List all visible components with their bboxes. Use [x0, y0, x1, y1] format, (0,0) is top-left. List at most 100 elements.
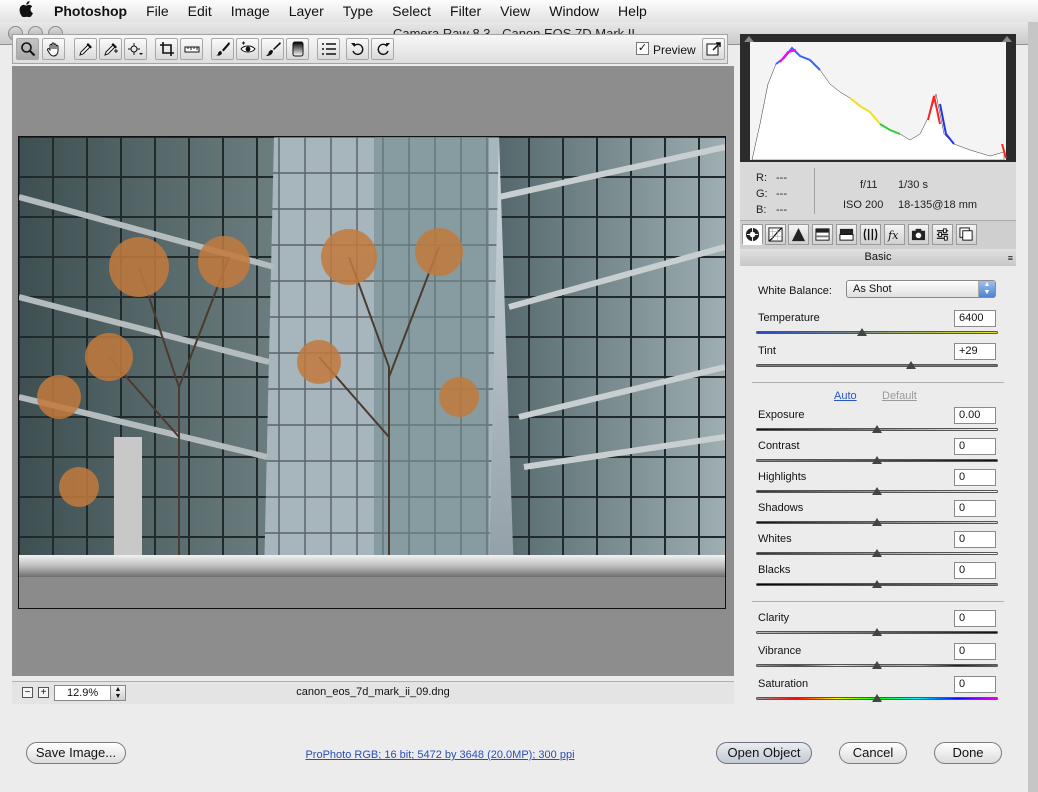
saturation-input[interactable]: 0: [954, 676, 996, 693]
tint-input[interactable]: +29: [954, 343, 996, 360]
clarity-input[interactable]: 0: [954, 610, 996, 627]
panel-menu-icon[interactable]: ≡: [1008, 250, 1013, 267]
tab-snapshots[interactable]: [956, 224, 977, 245]
menu-photoshop[interactable]: Photoshop: [54, 3, 127, 19]
tab-effects[interactable]: fx: [884, 224, 905, 245]
highlights-input[interactable]: 0: [954, 469, 996, 486]
tint-slider[interactable]: [756, 364, 998, 367]
graduated-filter-button[interactable]: [286, 38, 309, 60]
tab-lens-corrections[interactable]: [860, 224, 881, 245]
temperature-label: Temperature: [758, 312, 820, 324]
contrast-input[interactable]: 0: [954, 438, 996, 455]
preview-checkbox[interactable]: ✓: [636, 42, 649, 55]
temperature-input[interactable]: 6400: [954, 310, 996, 327]
histogram: [740, 34, 1016, 162]
adjustment-brush-button[interactable]: [261, 38, 284, 60]
whites-slider-thumb[interactable]: [872, 549, 882, 557]
white-balance-tool-button[interactable]: [74, 38, 97, 60]
gradient-icon: [292, 41, 303, 57]
vibrance-slider-thumb[interactable]: [872, 661, 882, 669]
eyedropper-icon: [78, 43, 92, 56]
tab-camera-calibration[interactable]: [908, 224, 929, 245]
menu-type[interactable]: Type: [343, 3, 373, 19]
white-balance-label: White Balance:: [758, 285, 832, 297]
contrast-label: Contrast: [758, 440, 800, 452]
done-button[interactable]: Done: [934, 742, 1002, 764]
preview-label: Preview: [653, 43, 696, 57]
zoom-tool-button[interactable]: [16, 38, 39, 60]
b-value: ---: [776, 204, 787, 216]
menu-select[interactable]: Select: [392, 3, 431, 19]
highlights-slider-thumb[interactable]: [872, 487, 882, 495]
hand-tool-button[interactable]: [42, 38, 65, 60]
default-link[interactable]: Default: [882, 390, 917, 402]
tint-label: Tint: [758, 345, 776, 357]
rotate-left-button[interactable]: [346, 38, 369, 60]
iso: ISO 200: [843, 199, 884, 211]
rotate-right-button[interactable]: [371, 38, 394, 60]
tab-tone-curve[interactable]: [765, 224, 786, 245]
crop-tool-button[interactable]: [155, 38, 178, 60]
shadows-slider-thumb[interactable]: [872, 518, 882, 526]
apple-icon[interactable]: [16, 1, 36, 21]
menu-image[interactable]: Image: [231, 3, 270, 19]
workflow-options-link[interactable]: ProPhoto RGB; 16 bit; 5472 by 3648 (20.0…: [230, 749, 650, 761]
color-sampler-tool-button[interactable]: [99, 38, 122, 60]
blacks-input[interactable]: 0: [954, 562, 996, 579]
snapshots-icon: [959, 227, 973, 241]
straighten-tool-button[interactable]: [180, 38, 203, 60]
exposure-label: Exposure: [758, 409, 805, 421]
preview-canvas[interactable]: [12, 66, 734, 676]
g-label: G:: [756, 188, 768, 200]
straighten-icon: [184, 46, 199, 53]
menu-view[interactable]: View: [500, 3, 530, 19]
tab-detail[interactable]: [788, 224, 809, 245]
temperature-slider-thumb[interactable]: [857, 328, 868, 336]
svg-text:fx: fx: [887, 229, 899, 242]
white-balance-select[interactable]: As Shot ▲ ▼: [846, 280, 996, 298]
contrast-slider-thumb[interactable]: [872, 456, 882, 464]
save-image-button[interactable]: Save Image...: [26, 742, 126, 764]
tab-split-toning[interactable]: [836, 224, 857, 245]
file-name: canon_eos_7d_mark_ii_09.dng: [296, 686, 450, 698]
divider: [752, 601, 1004, 602]
vibrance-input[interactable]: 0: [954, 643, 996, 660]
tab-hsl[interactable]: [812, 224, 833, 245]
whites-input[interactable]: 0: [954, 531, 996, 548]
panel-title-bar: Basic ≡: [740, 249, 1016, 267]
exposure-input[interactable]: 0.00: [954, 407, 996, 424]
shadows-label: Shadows: [758, 502, 804, 514]
menu-edit[interactable]: Edit: [188, 3, 212, 19]
targeted-adjustment-tool-button[interactable]: [124, 38, 147, 60]
clarity-slider-thumb[interactable]: [872, 628, 882, 636]
menu-help[interactable]: Help: [618, 3, 647, 19]
menu-bar: Photoshop File Edit Image Layer Type Sel…: [0, 0, 1038, 23]
spot-removal-tool-button[interactable]: [211, 38, 234, 60]
shadow-clipping-icon[interactable]: [744, 36, 754, 42]
tab-basic[interactable]: [742, 224, 763, 245]
menu-filter[interactable]: Filter: [450, 3, 481, 19]
tint-slider-thumb[interactable]: [905, 361, 916, 369]
red-eye-tool-button[interactable]: [236, 38, 259, 60]
blacks-slider-thumb[interactable]: [872, 580, 882, 588]
saturation-slider-thumb[interactable]: [872, 694, 882, 702]
temperature-slider[interactable]: [756, 331, 998, 334]
menu-file[interactable]: File: [146, 3, 169, 19]
exposure-slider-thumb[interactable]: [872, 425, 882, 433]
fx-icon: fx: [887, 229, 899, 242]
highlight-clipping-icon[interactable]: [1002, 36, 1012, 42]
open-object-button[interactable]: Open Object: [716, 742, 812, 764]
cancel-button[interactable]: Cancel: [839, 742, 907, 764]
lens-icon: [863, 228, 878, 241]
tab-presets[interactable]: [932, 224, 953, 245]
tool-bar: ✓ Preview: [12, 34, 728, 64]
preferences-button[interactable]: [317, 38, 340, 60]
fullscreen-toggle-button[interactable]: [702, 38, 725, 60]
shadows-input[interactable]: 0: [954, 500, 996, 517]
auto-link[interactable]: Auto: [834, 390, 857, 402]
aperture: f/11: [860, 179, 878, 191]
menu-layer[interactable]: Layer: [289, 3, 324, 19]
menu-window[interactable]: Window: [549, 3, 599, 19]
target-adjust-icon: [127, 43, 143, 55]
camera-icon: [911, 228, 926, 241]
